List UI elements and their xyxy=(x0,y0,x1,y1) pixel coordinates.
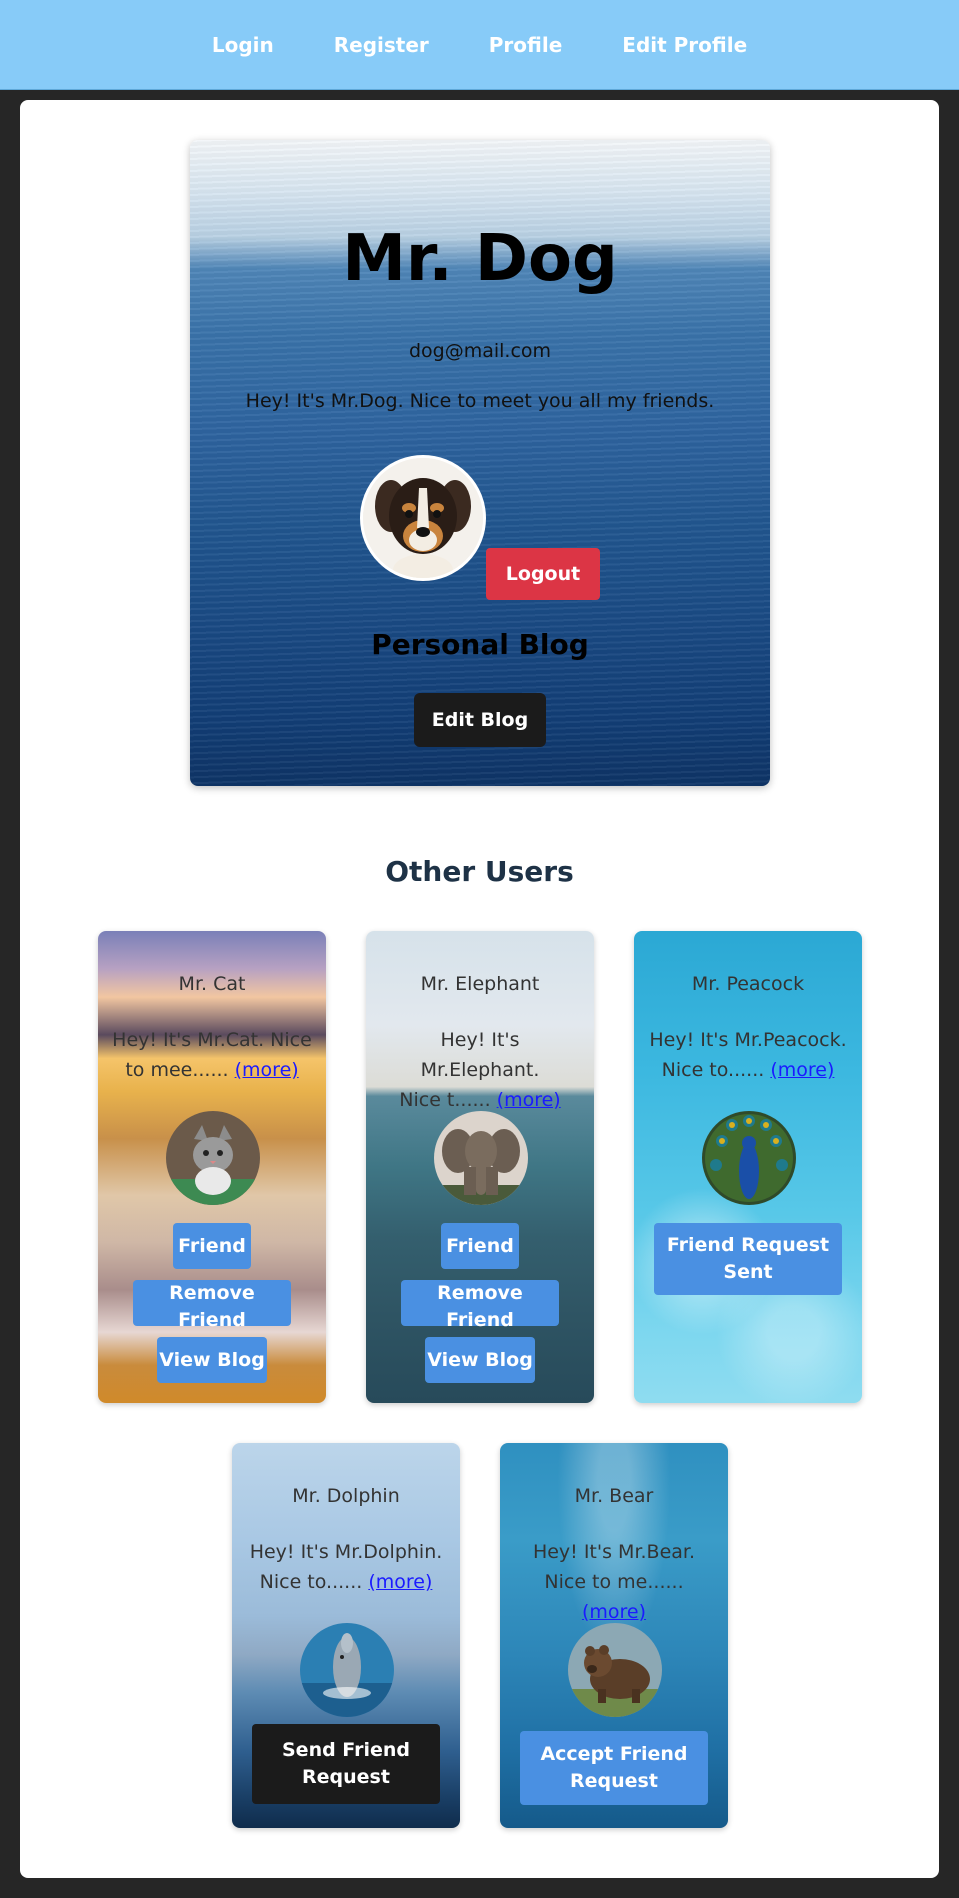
logout-button[interactable]: Logout xyxy=(486,548,600,600)
user-bio: Hey! It's Mr.Bear. Nice to me...... (mor… xyxy=(514,1537,714,1627)
user-bio-line: Nice to me...... xyxy=(544,1571,684,1593)
view-blog-button[interactable]: View Blog xyxy=(157,1337,267,1383)
user-bio-line: Hey! It's Mr.Peacock. xyxy=(649,1029,847,1051)
remove-friend-button[interactable]: Remove Friend xyxy=(401,1280,559,1331)
user-card-bear: Mr. Bear Hey! It's Mr.Bear. Nice to me..… xyxy=(500,1443,728,1828)
elephant-avatar-icon xyxy=(434,1111,528,1205)
more-link[interactable]: (more) xyxy=(582,1601,646,1623)
top-navbar: Login Register Profile Edit Profile xyxy=(0,0,959,90)
user-card-dolphin: Mr. Dolphin Hey! It's Mr.Dolphin. Nice t… xyxy=(232,1443,460,1828)
nav-link-login[interactable]: Login xyxy=(212,33,274,57)
user-bio-line: Hey! It's Mr.Bear. xyxy=(532,1541,696,1563)
nav-link-edit-profile[interactable]: Edit Profile xyxy=(622,33,747,57)
other-users-heading: Other Users xyxy=(385,855,574,888)
user-name: Mr. Bear xyxy=(574,1485,654,1507)
blog-title: Personal Blog xyxy=(371,628,589,661)
main-panel: Mr. Dog dog@mail.com Hey! It's Mr.Dog. N… xyxy=(20,100,939,1878)
dog-avatar-icon xyxy=(360,455,486,581)
nav-link-profile[interactable]: Profile xyxy=(489,33,563,57)
send-friend-request-button[interactable]: Send Friend Request xyxy=(252,1724,440,1804)
user-bio: Hey! It's Mr.Peacock. Nice to...... (mor… xyxy=(648,1025,848,1085)
bear-avatar-icon xyxy=(568,1623,662,1717)
more-link[interactable]: (more) xyxy=(770,1059,834,1081)
more-link[interactable]: (more) xyxy=(368,1571,432,1593)
user-name: Mr. Elephant xyxy=(420,973,540,995)
nav-link-register[interactable]: Register xyxy=(334,33,429,57)
user-card-cat: Mr. Cat Hey! It's Mr.Cat. Nice to mee...… xyxy=(98,931,326,1403)
accept-friend-request-button[interactable]: Accept Friend Request xyxy=(520,1731,708,1805)
profile-email: dog@mail.com xyxy=(408,340,552,362)
friend-button[interactable]: Friend xyxy=(441,1223,519,1269)
view-blog-button[interactable]: View Blog xyxy=(425,1337,535,1383)
friend-request-sent-button[interactable]: Friend Request Sent xyxy=(654,1223,842,1295)
user-bio-line: Hey! It's Mr.Dolphin. xyxy=(249,1541,443,1563)
user-card-elephant: Mr. Elephant Hey! It's Mr.Elephant. Nice… xyxy=(366,931,594,1403)
profile-name: Mr. Dog xyxy=(342,222,618,296)
user-name: Mr. Dolphin xyxy=(292,1485,400,1507)
user-bio: Hey! It's Mr.Elephant. Nice t...... (mor… xyxy=(380,1025,580,1115)
user-bio: Hey! It's Mr.Cat. Nice to mee...... (mor… xyxy=(112,1025,312,1085)
remove-friend-button[interactable]: Remove Friend xyxy=(133,1280,291,1331)
dolphin-avatar-icon xyxy=(300,1623,394,1717)
user-bio-line: Nice to...... xyxy=(259,1571,363,1593)
user-name: Mr. Cat xyxy=(178,973,246,995)
user-bio-line: Hey! It's Mr.Cat. Nice xyxy=(112,1029,312,1051)
edit-blog-button[interactable]: Edit Blog xyxy=(414,693,546,747)
user-name: Mr. Peacock xyxy=(691,973,805,995)
user-bio: Hey! It's Mr.Dolphin. Nice to...... (mor… xyxy=(246,1537,446,1597)
peacock-avatar-icon xyxy=(702,1111,796,1205)
profile-bio: Hey! It's Mr.Dog. Nice to meet you all m… xyxy=(245,390,715,412)
user-bio-line: to mee...... xyxy=(125,1059,229,1081)
user-bio-line: Nice to...... xyxy=(661,1059,765,1081)
profile-card: Mr. Dog dog@mail.com Hey! It's Mr.Dog. N… xyxy=(190,140,770,786)
more-link[interactable]: (more) xyxy=(497,1089,561,1111)
user-bio-line: Nice t...... xyxy=(399,1089,491,1111)
more-link[interactable]: (more) xyxy=(235,1059,299,1081)
user-card-peacock: Mr. Peacock Hey! It's Mr.Peacock. Nice t… xyxy=(634,931,862,1403)
cat-avatar-icon xyxy=(166,1111,260,1205)
user-bio-line: Hey! It's Mr.Elephant. xyxy=(420,1029,540,1081)
friend-button[interactable]: Friend xyxy=(173,1223,251,1269)
